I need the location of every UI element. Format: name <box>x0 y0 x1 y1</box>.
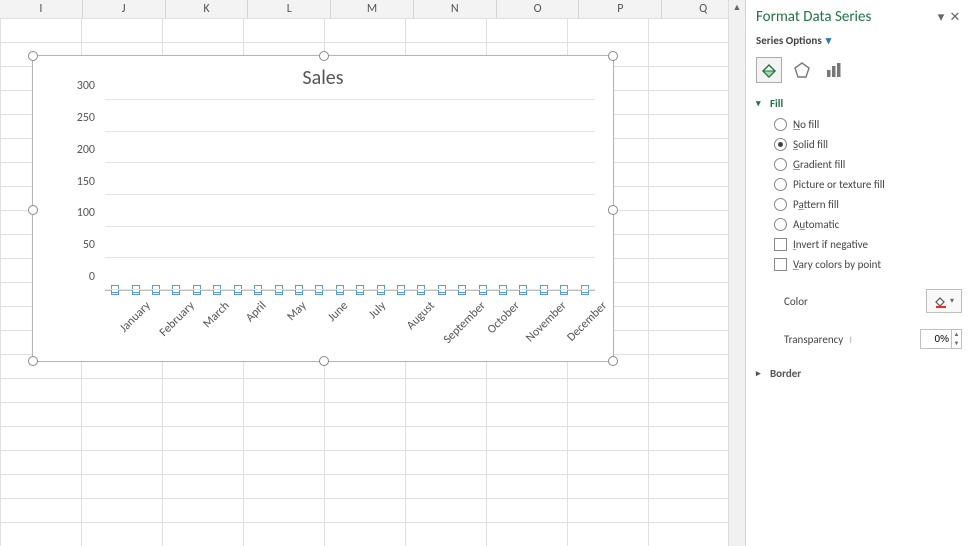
fill-options-group: No fill Solid fill Gradient fill Picture… <box>756 114 962 279</box>
color-picker-button[interactable]: ▾ <box>926 289 962 313</box>
y-tick-label: 0 <box>35 270 95 284</box>
column-header[interactable]: O <box>497 0 580 18</box>
gridline <box>105 257 595 258</box>
y-axis: 050100150200250300 <box>33 100 101 291</box>
fill-section-label: Fill <box>770 97 783 110</box>
column-header[interactable]: K <box>166 0 249 18</box>
column-header[interactable]: L <box>248 0 331 18</box>
resize-handle-e[interactable] <box>608 205 618 215</box>
picture-fill-radio[interactable]: Picture or texture fill <box>774 178 962 191</box>
chart-title[interactable]: Sales <box>33 66 613 90</box>
radio-label: tomatic <box>805 218 839 231</box>
transparency-label: Transparency <box>784 333 843 346</box>
triangle-right-icon: ▸ <box>756 368 766 379</box>
x-axis: JanuaryFebruaryMarchAprilMayJuneJulyAugu… <box>105 293 595 361</box>
format-data-series-pane: Format Data Series ▾ ✕ Series Options ▾ <box>745 0 970 546</box>
pentagon-icon <box>793 61 811 79</box>
gridline <box>105 162 595 163</box>
x-tick-label: April <box>243 299 269 325</box>
series-options-label: Series Options <box>756 34 822 47</box>
y-tick-label: 150 <box>35 175 95 189</box>
bar-chart-icon <box>825 61 843 79</box>
radio-label: ttern fill <box>804 198 839 211</box>
resize-handle-nw[interactable] <box>28 51 38 61</box>
spin-down-icon[interactable]: ▼ <box>952 339 961 348</box>
plot-area[interactable] <box>105 100 595 291</box>
x-tick-label: May <box>284 299 309 324</box>
pane-title: Format Data Series <box>756 8 934 26</box>
gradient-fill-radio[interactable]: Gradient fill <box>774 158 962 171</box>
pane-close-button[interactable]: ✕ <box>948 10 962 25</box>
transparency-input[interactable]: ▲ ▼ <box>920 329 962 349</box>
transparency-slider[interactable]: | <box>843 332 920 346</box>
chart-object[interactable]: Sales 050100150200250300 JanuaryFebruary… <box>32 55 614 362</box>
transparency-value[interactable] <box>921 333 951 346</box>
invert-if-negative-checkbox[interactable]: Invert if negative <box>774 238 962 251</box>
series-options-tab[interactable] <box>822 58 846 82</box>
border-section-label: Border <box>770 367 801 380</box>
chevron-down-icon: ▾ <box>950 296 954 306</box>
spreadsheet-area[interactable]: IJKLMNOPQ Sales 050100150200250300 Janua… <box>0 0 745 546</box>
gridline <box>105 226 595 227</box>
y-tick-label: 100 <box>35 206 95 220</box>
column-header[interactable]: N <box>414 0 497 18</box>
column-header[interactable]: I <box>0 0 83 18</box>
column-header[interactable]: P <box>579 0 662 18</box>
radio-label: Picture or texture fill <box>793 178 885 191</box>
x-tick-label: June <box>325 299 351 325</box>
pane-category-tabs <box>756 53 962 93</box>
gridline <box>105 99 595 100</box>
y-tick-label: 250 <box>35 111 95 125</box>
vertical-scrollbar[interactable]: ▲ <box>728 0 745 546</box>
column-header[interactable]: J <box>83 0 166 18</box>
gridline <box>105 194 595 195</box>
resize-handle-se[interactable] <box>608 356 618 366</box>
automatic-radio[interactable]: Automatic <box>774 218 962 231</box>
pane-options-button[interactable]: ▾ <box>934 10 948 25</box>
vary-colors-checkbox[interactable]: Vary colors by point <box>774 258 962 271</box>
fill-section-header[interactable]: ▾ Fill <box>756 93 962 114</box>
gridline <box>105 131 595 132</box>
checkbox-label: nvert if negative <box>796 238 868 251</box>
paint-bucket-icon <box>760 61 778 79</box>
color-label: Color <box>784 295 808 308</box>
triangle-down-icon: ▾ <box>756 98 766 109</box>
x-tick-label: July <box>367 299 390 322</box>
radio-label: radient fill <box>800 158 845 171</box>
radio-label: olid fill <box>798 138 828 151</box>
paint-bucket-small-icon <box>934 294 948 308</box>
pattern-fill-radio[interactable]: Pattern fill <box>774 198 962 211</box>
y-tick-label: 300 <box>35 79 95 93</box>
solid-fill-radio[interactable]: Solid fill <box>774 138 962 151</box>
y-tick-label: 50 <box>35 238 95 252</box>
column-headers: IJKLMNOPQ <box>0 0 745 19</box>
border-section-header[interactable]: ▸ Border <box>756 363 962 384</box>
checkbox-label: ary colors by point <box>799 258 881 271</box>
chevron-down-icon: ▾ <box>826 34 832 47</box>
x-tick-label: December <box>564 299 610 345</box>
spin-up-icon[interactable]: ▲ <box>952 330 961 339</box>
series-options-dropdown[interactable]: Series Options ▾ <box>756 34 962 53</box>
resize-handle-n[interactable] <box>319 51 329 61</box>
radio-label: o fill <box>800 118 819 131</box>
scroll-up-icon[interactable]: ▲ <box>729 0 745 16</box>
no-fill-radio[interactable]: No fill <box>774 118 962 131</box>
resize-handle-ne[interactable] <box>608 51 618 61</box>
resize-handle-sw[interactable] <box>28 356 38 366</box>
y-tick-label: 200 <box>35 143 95 157</box>
fill-line-tab[interactable] <box>756 57 782 83</box>
effects-tab[interactable] <box>790 58 814 82</box>
gridline <box>105 289 595 290</box>
column-header[interactable]: M <box>331 0 414 18</box>
